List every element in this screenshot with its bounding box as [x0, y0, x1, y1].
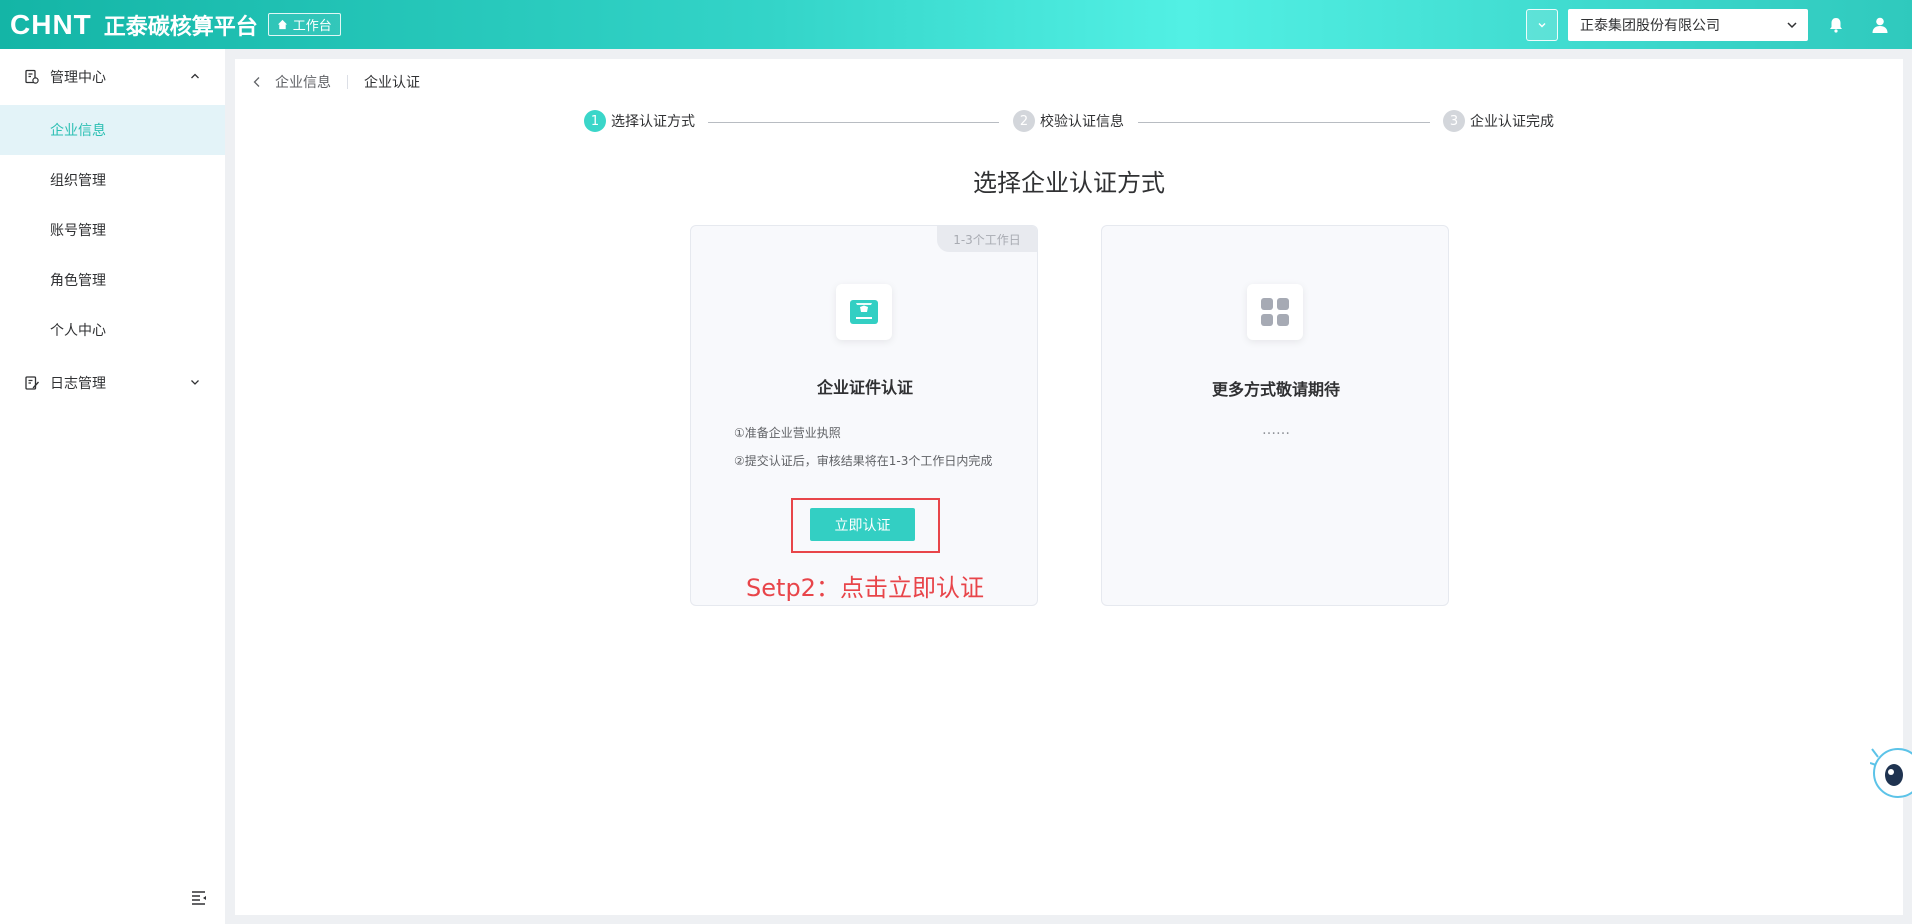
sidebar-item-account-management[interactable]: 账号管理	[0, 205, 225, 255]
more-methods-card: 更多方式敬请期待 ……	[1101, 225, 1449, 606]
document-setting-icon	[24, 68, 42, 86]
chevron-up-icon	[191, 73, 199, 79]
chevron-down-icon	[1538, 22, 1546, 27]
duration-badge: 1-3个工作日	[937, 226, 1037, 252]
sidebar-item-label: 账号管理	[50, 223, 106, 239]
assistant-mascot-icon[interactable]	[1869, 735, 1912, 805]
menu-group-management-center[interactable]: 管理中心	[0, 49, 225, 105]
card-desc-line: ①准备企业营业执照	[734, 426, 841, 440]
step-label: 企业认证完成	[1470, 114, 1554, 130]
step-label: 校验认证信息	[1040, 114, 1124, 130]
platform-name: 正泰碳核算平台	[103, 14, 258, 40]
breadcrumb-divider	[347, 75, 348, 89]
sidebar-item-org-management[interactable]: 组织管理	[0, 155, 225, 205]
top-header: CHNT 正泰碳核算平台 工作台 正泰集团股份有限公司	[0, 0, 1912, 49]
menu-group-label: 日志管理	[50, 376, 106, 392]
chevron-down-icon	[191, 380, 199, 385]
collapse-sidebar-icon[interactable]	[190, 890, 210, 910]
home-icon	[277, 19, 287, 30]
certificate-auth-card: 1-3个工作日 企业证件认证 ①准备企业营业执照 ②提交认证后，审核结果将在1-…	[690, 225, 1038, 606]
card-title: 企业证件认证	[816, 378, 913, 397]
sidebar-item-role-management[interactable]: 角色管理	[0, 255, 225, 305]
workbench-button[interactable]: 工作台	[267, 13, 341, 36]
grid-icon	[1247, 284, 1303, 340]
page-heading: 选择企业认证方式	[973, 169, 1165, 197]
sidebar: 管理中心 企业信息 组织管理 账号管理 角色管理 个人中心 日志管理	[0, 49, 225, 924]
step-label: 选择认证方式	[611, 114, 695, 130]
step-connector	[1138, 122, 1430, 123]
edit-document-icon	[24, 374, 42, 392]
progress-steps: 1 选择认证方式 2 校验认证信息 3 企业认证完成	[584, 110, 1554, 134]
card-desc-line: ②提交认证后，审核结果将在1-3个工作日内完成	[734, 454, 993, 468]
company-select[interactable]: 正泰集团股份有限公司	[1568, 8, 1808, 41]
notification-bell-icon[interactable]	[1824, 13, 1848, 37]
header-dropdown-button[interactable]	[1526, 8, 1558, 41]
step-connector	[708, 122, 999, 123]
menu-group-log-management[interactable]: 日志管理	[0, 355, 225, 411]
step-number: 1	[584, 110, 606, 132]
sidebar-item-label: 组织管理	[50, 173, 106, 189]
step-3: 3 企业认证完成	[1443, 110, 1554, 132]
certify-now-button[interactable]: 立即认证	[810, 508, 915, 541]
sidebar-item-label: 角色管理	[50, 273, 106, 289]
sidebar-item-label: 个人中心	[50, 323, 106, 339]
card-title: 更多方式敬请期待	[1211, 380, 1340, 399]
card-placeholder-dots: ……	[1262, 422, 1290, 438]
chnt-logo[interactable]: CHNT	[10, 9, 92, 41]
breadcrumb-parent[interactable]: 企业信息	[275, 72, 331, 92]
main-content: 企业信息 企业认证 1 选择认证方式 2 校验认证信息 3 企业认证完成 选择企…	[235, 59, 1903, 915]
step-number: 3	[1443, 110, 1465, 132]
user-avatar-icon[interactable]	[1868, 13, 1892, 37]
step-1: 1 选择认证方式	[584, 110, 695, 132]
sidebar-item-company-info[interactable]: 企业信息	[0, 105, 225, 155]
back-arrow-icon[interactable]	[247, 72, 267, 92]
step-annotation: Setp2：点击立即认证	[746, 574, 984, 602]
workbench-label: 工作台	[292, 19, 332, 34]
company-select-value: 正泰集团股份有限公司	[1580, 17, 1720, 34]
sidebar-item-personal-center[interactable]: 个人中心	[0, 305, 225, 355]
breadcrumb: 企业信息 企业认证	[247, 72, 420, 92]
menu-group-label: 管理中心	[50, 70, 106, 86]
sidebar-item-label: 企业信息	[50, 123, 106, 139]
chevron-down-icon	[1787, 21, 1797, 28]
certificate-icon	[836, 284, 892, 340]
step-2: 2 校验认证信息	[1013, 110, 1124, 132]
step-number: 2	[1013, 110, 1035, 132]
breadcrumb-current: 企业认证	[364, 75, 420, 91]
